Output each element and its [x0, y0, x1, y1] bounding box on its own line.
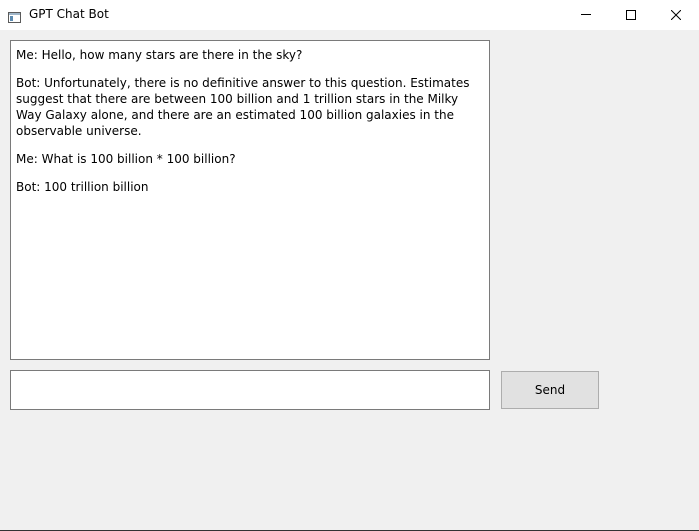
- close-icon: [671, 10, 681, 20]
- maximize-button[interactable]: [608, 0, 654, 30]
- minimize-button[interactable]: [563, 0, 609, 30]
- send-button[interactable]: Send: [501, 371, 599, 409]
- close-button[interactable]: [653, 0, 699, 30]
- chat-history[interactable]: Me: Hello, how many stars are there in t…: [10, 40, 490, 360]
- chat-message-user: Me: Hello, how many stars are there in t…: [16, 48, 303, 62]
- window-title: GPT Chat Bot: [29, 7, 109, 21]
- chat-message-bot: Bot: 100 trillion billion: [16, 180, 149, 194]
- chat-message-bot: Bot: Unfortunately, there is no definiti…: [16, 76, 470, 138]
- title-bar[interactable]: GPT Chat Bot: [0, 0, 699, 30]
- chat-message-user: Me: What is 100 billion * 100 billion?: [16, 152, 236, 166]
- minimize-icon: [581, 14, 591, 15]
- message-input[interactable]: [10, 370, 490, 410]
- app-window: GPT Chat Bot Me: Hello, how many stars a…: [0, 0, 699, 531]
- maximize-icon: [626, 10, 636, 20]
- window-app-icon: [8, 8, 21, 23]
